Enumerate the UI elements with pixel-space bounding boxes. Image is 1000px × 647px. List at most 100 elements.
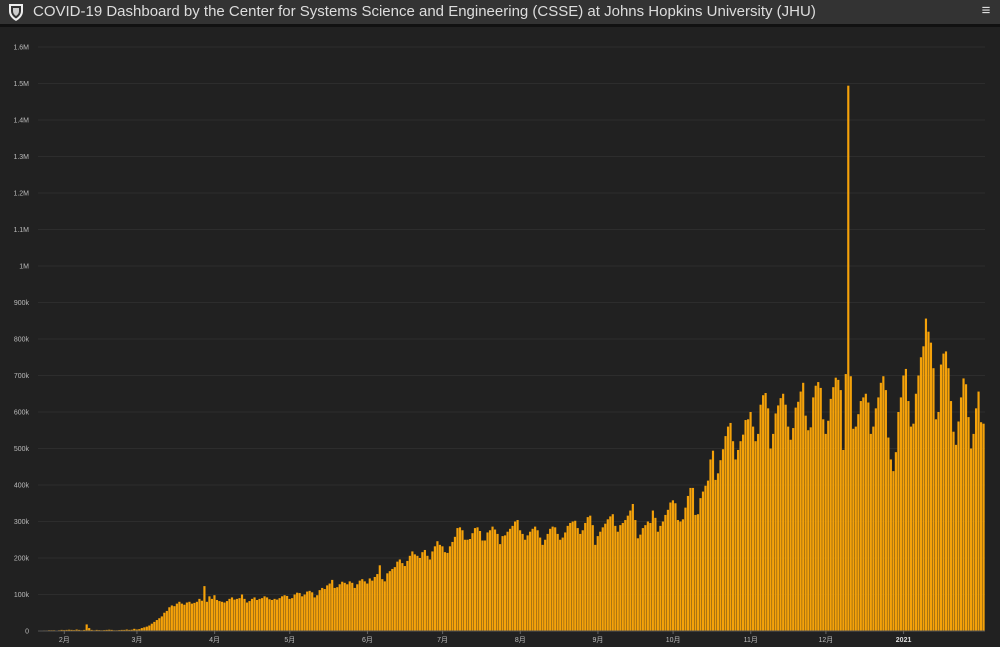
bar[interactable]	[954, 444, 958, 631]
bar[interactable]	[508, 528, 512, 631]
bar[interactable]	[298, 593, 301, 631]
bar[interactable]	[153, 621, 156, 632]
bar[interactable]	[669, 502, 672, 631]
bar[interactable]	[917, 375, 920, 632]
bar[interactable]	[524, 539, 527, 631]
bar[interactable]	[629, 510, 632, 631]
bar[interactable]	[609, 516, 612, 631]
bar[interactable]	[493, 529, 497, 631]
bar[interactable]	[185, 602, 188, 631]
bar[interactable]	[634, 520, 637, 631]
hamburger-menu-icon[interactable]: ≡	[978, 0, 994, 24]
bar[interactable]	[942, 353, 945, 631]
bar[interactable]	[170, 605, 173, 631]
bar[interactable]	[847, 85, 850, 631]
bar[interactable]	[446, 552, 449, 631]
bar[interactable]	[681, 519, 685, 631]
bar[interactable]	[336, 587, 339, 631]
bar[interactable]	[964, 384, 968, 631]
bar[interactable]	[173, 606, 176, 631]
bar[interactable]	[368, 578, 371, 631]
bar[interactable]	[977, 391, 980, 631]
bar[interactable]	[503, 535, 507, 631]
bar[interactable]	[829, 398, 832, 631]
bar[interactable]	[296, 592, 299, 631]
bar[interactable]	[323, 589, 326, 631]
bar[interactable]	[501, 536, 504, 631]
bar[interactable]	[388, 571, 391, 631]
bar[interactable]	[308, 590, 311, 631]
bar[interactable]	[281, 596, 284, 631]
bar[interactable]	[601, 527, 604, 631]
bar[interactable]	[431, 551, 434, 631]
bar[interactable]	[914, 393, 918, 631]
bar[interactable]	[842, 449, 845, 631]
bar[interactable]	[849, 376, 852, 631]
bar[interactable]	[969, 448, 973, 632]
bar[interactable]	[195, 601, 198, 631]
bar[interactable]	[358, 580, 361, 631]
bar[interactable]	[832, 387, 835, 631]
bar[interactable]	[904, 368, 907, 631]
bar[interactable]	[478, 530, 482, 631]
bar[interactable]	[326, 585, 329, 632]
bar[interactable]	[639, 534, 642, 631]
bar[interactable]	[421, 552, 424, 631]
bar[interactable]	[691, 487, 695, 631]
bar[interactable]	[145, 626, 148, 631]
bar[interactable]	[952, 431, 955, 631]
bar[interactable]	[822, 419, 825, 631]
bar[interactable]	[471, 533, 474, 631]
bar[interactable]	[599, 531, 602, 631]
bar[interactable]	[604, 523, 607, 631]
bar[interactable]	[636, 538, 639, 631]
bar[interactable]	[438, 544, 442, 631]
bar[interactable]	[864, 393, 867, 631]
bar[interactable]	[589, 515, 592, 631]
bar[interactable]	[443, 552, 447, 631]
bar[interactable]	[764, 393, 767, 631]
bar[interactable]	[183, 604, 186, 631]
bar[interactable]	[784, 404, 787, 631]
bar[interactable]	[674, 503, 677, 631]
bar[interactable]	[879, 382, 882, 631]
bar[interactable]	[561, 537, 564, 631]
bar[interactable]	[862, 397, 865, 631]
bar[interactable]	[759, 404, 762, 631]
bar[interactable]	[178, 601, 181, 631]
bar[interactable]	[190, 603, 193, 632]
bar[interactable]	[531, 528, 534, 631]
bar[interactable]	[451, 541, 454, 631]
bar[interactable]	[155, 620, 158, 631]
bar[interactable]	[343, 582, 346, 631]
bar[interactable]	[982, 423, 985, 631]
bar[interactable]	[716, 473, 720, 631]
bar[interactable]	[789, 439, 792, 631]
bar[interactable]	[506, 531, 509, 631]
bar[interactable]	[584, 522, 587, 631]
bar[interactable]	[922, 346, 925, 631]
bar[interactable]	[696, 514, 700, 631]
bar[interactable]	[556, 533, 559, 631]
bar[interactable]	[619, 525, 622, 631]
bar[interactable]	[286, 595, 289, 631]
bar[interactable]	[736, 449, 740, 631]
bar[interactable]	[316, 595, 319, 631]
bar[interactable]	[844, 374, 847, 631]
bar[interactable]	[837, 379, 840, 631]
bar[interactable]	[596, 536, 599, 631]
bar[interactable]	[398, 559, 401, 631]
bar[interactable]	[747, 419, 750, 631]
bar[interactable]	[549, 528, 552, 631]
bar[interactable]	[491, 526, 494, 631]
bar[interactable]	[802, 382, 805, 631]
bar[interactable]	[586, 517, 589, 631]
bar[interactable]	[278, 598, 281, 631]
bar[interactable]	[406, 560, 409, 631]
bar[interactable]	[962, 378, 965, 631]
bar[interactable]	[566, 525, 569, 631]
bar[interactable]	[188, 601, 191, 631]
bar[interactable]	[897, 412, 900, 631]
bar[interactable]	[651, 510, 654, 631]
bar[interactable]	[574, 520, 577, 631]
